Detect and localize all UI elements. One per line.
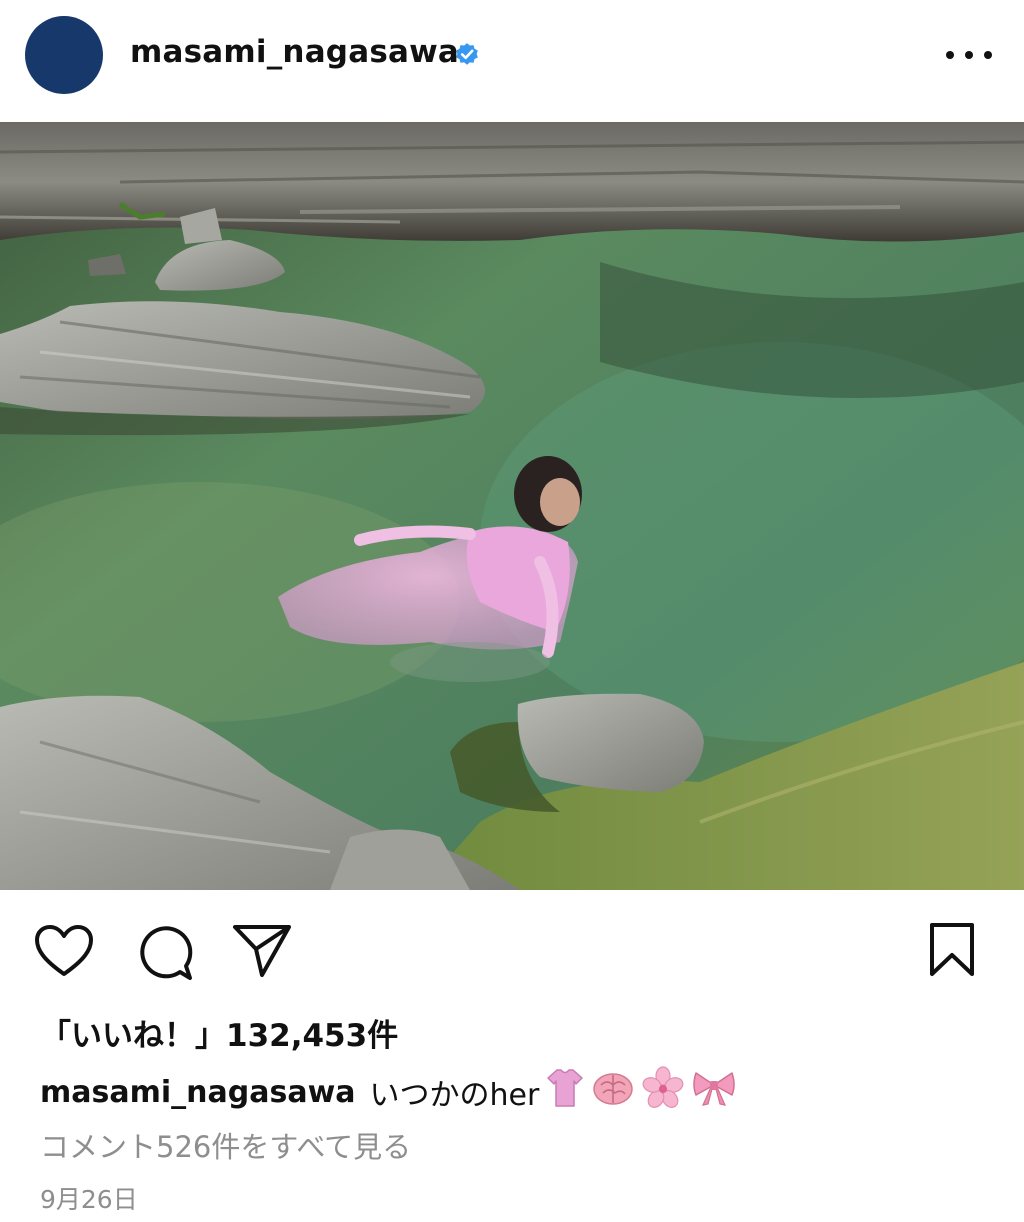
more-options-icon[interactable] — [946, 38, 992, 72]
post-header: masami_nagasawa — [0, 0, 1024, 122]
send-icon[interactable] — [232, 923, 292, 979]
dot — [984, 51, 992, 59]
dot — [965, 51, 973, 59]
cherry-blossom-emoji — [641, 1066, 685, 1118]
post-date: 9月26日 — [40, 1185, 138, 1214]
caption-text: いつかのher — [369, 1078, 540, 1113]
caption-username[interactable]: masami_nagasawa — [40, 1075, 356, 1110]
ribbon-emoji — [691, 1067, 737, 1117]
dress-emoji — [545, 1067, 585, 1117]
river-photo-illustration — [0, 122, 1024, 890]
verified-badge-icon — [456, 43, 478, 65]
post-actions — [0, 890, 1024, 1010]
post-caption: masami_nagasawa いつかのher — [40, 1066, 737, 1118]
like-count[interactable]: 「いいね！」132,453件 — [40, 1010, 398, 1055]
comment-icon[interactable] — [136, 924, 194, 982]
heart-icon[interactable] — [34, 924, 94, 978]
view-all-comments-link[interactable]: コメント526件をすべて見る — [40, 1124, 411, 1166]
dot — [946, 51, 954, 59]
avatar[interactable] — [25, 16, 103, 94]
post-photo[interactable] — [0, 122, 1024, 890]
post-author-username[interactable]: masami_nagasawa — [130, 34, 459, 70]
brain-emoji — [591, 1067, 635, 1117]
bookmark-icon[interactable] — [928, 922, 976, 978]
